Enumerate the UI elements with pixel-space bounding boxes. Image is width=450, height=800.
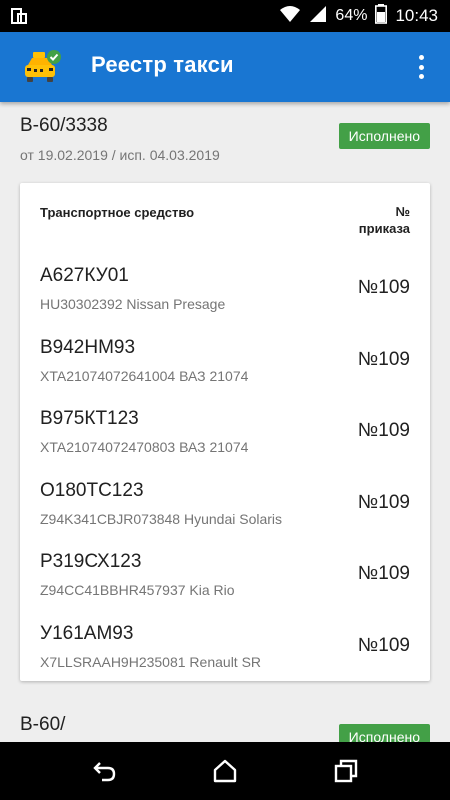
vehicle-vin: XTA21074072641004 ВАЗ 21074 <box>40 367 249 384</box>
table-header: Транспортное средство № приказа <box>20 183 430 247</box>
registry-dates: от 19.02.2019 / исп. 04.03.2019 <box>20 147 220 163</box>
vehicle-list: А627КУ01 HU30302392 Nissan Presage №109 … <box>20 251 430 680</box>
registry-number: В-60/3338 <box>20 115 108 136</box>
registry-header-next[interactable]: В-60/ Исполнено <box>0 700 450 742</box>
plate-number: О180ТС123 <box>40 479 144 501</box>
recent-apps-icon[interactable] <box>333 759 359 783</box>
taxi-check-icon <box>22 49 62 85</box>
table-row[interactable]: В975КТ123 XTA21074072470803 ВАЗ 21074 №1… <box>20 394 430 466</box>
battery-icon <box>375 3 388 29</box>
back-icon[interactable] <box>92 759 118 783</box>
table-row[interactable]: А627КУ01 HU30302392 Nissan Presage №109 <box>20 251 430 323</box>
registry-header[interactable]: В-60/3338 от 19.02.2019 / исп. 04.03.201… <box>0 102 450 177</box>
column-order: № приказа <box>358 204 410 236</box>
vehicle-vin: X7LLSRAAH9H235081 Renault SR <box>40 653 262 670</box>
app-bar: Реестр такси <box>0 32 450 102</box>
column-vehicle: Транспортное средство <box>40 205 195 220</box>
signal-icon <box>309 5 327 28</box>
vehicles-card: Транспортное средство № приказа А627КУ01… <box>20 183 430 681</box>
order-number: №109 <box>357 420 410 441</box>
vehicle-vin: XTA21074072470803 ВАЗ 21074 <box>40 439 249 455</box>
app-title: Реестр такси <box>91 52 234 77</box>
order-number: №109 <box>357 348 410 370</box>
table-row[interactable]: О180ТС123 Z94K341CBJR073848 Hyundai Sola… <box>20 466 430 538</box>
clock: 10:43 <box>395 6 438 25</box>
vehicle-vin: Z94K341CBJR073848 Hyundai Solaris <box>40 510 283 527</box>
status-bar: 64% 10:43 <box>0 0 450 32</box>
order-number: №109 <box>357 634 410 656</box>
status-badge: Исполнено <box>338 123 430 149</box>
more-vert-icon[interactable] <box>414 52 428 82</box>
table-row[interactable]: У161АМ93 X7LLSRAAH9H235081 Renault SR №1… <box>20 609 430 681</box>
order-number: №109 <box>357 277 410 298</box>
order-number: №109 <box>357 563 410 584</box>
vehicle-vin: HU30302392 Nissan Presage <box>40 296 226 312</box>
plate-number: А627КУ01 <box>40 265 129 286</box>
status-badge: Исполнено <box>338 724 430 742</box>
registry-number: В-60/ <box>20 714 66 735</box>
plate-number: В975КТ123 <box>40 408 139 429</box>
plate-number: У161АМ93 <box>40 622 134 644</box>
table-row[interactable]: Р319СХ123 Z94CC41BBHR457937 Kia Rio №109 <box>20 537 430 609</box>
order-number: №109 <box>357 491 410 513</box>
table-row[interactable]: В942НМ93 XTA21074072641004 ВАЗ 21074 №10… <box>20 323 430 395</box>
home-icon[interactable] <box>212 759 238 783</box>
plate-number: В942НМ93 <box>40 336 136 358</box>
vehicle-vin: Z94CC41BBHR457937 Kia Rio <box>40 582 235 598</box>
battery-percent: 64% <box>335 7 368 24</box>
screen-mirror-icon <box>10 7 28 30</box>
navigation-bar <box>0 742 450 800</box>
plate-number: Р319СХ123 <box>40 551 142 572</box>
wifi-icon <box>279 5 301 28</box>
